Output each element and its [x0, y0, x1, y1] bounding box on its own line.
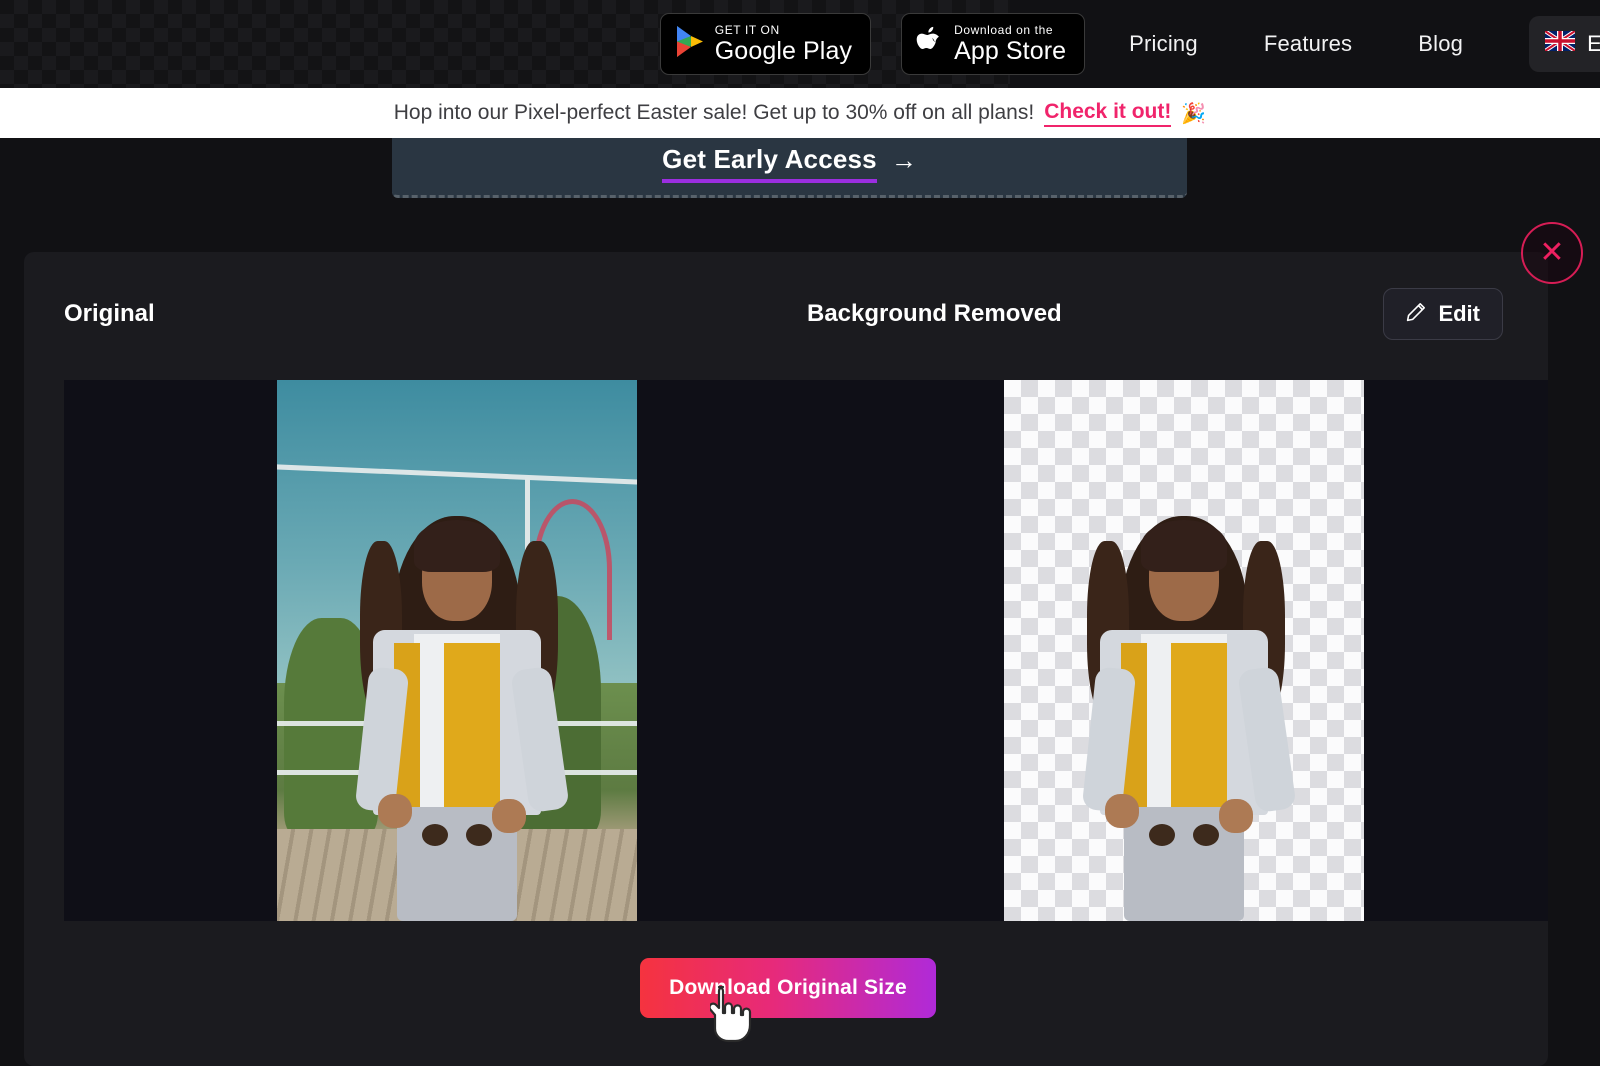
- uk-flag-icon: [1543, 29, 1577, 57]
- modal-header: Original Background Removed Edit: [24, 252, 1548, 377]
- original-image[interactable]: [277, 380, 637, 921]
- person-figure: [332, 499, 582, 921]
- promo-text: Hop into our Pixel-perfect Easter sale! …: [393, 101, 1035, 124]
- promo-banner: Hop into our Pixel-perfect Easter sale! …: [0, 88, 1600, 138]
- language-selector[interactable]: En: [1529, 16, 1600, 72]
- cutout-subject: [1004, 380, 1364, 921]
- party-popper-icon: 🎉: [1181, 102, 1207, 125]
- app-store-small-label: Download on the: [954, 23, 1054, 37]
- early-access-label: Get Early Access: [662, 144, 877, 183]
- edit-button-label: Edit: [1438, 301, 1480, 326]
- early-access-card: Get Early Access →: [392, 138, 1187, 198]
- hand-right: [492, 798, 526, 833]
- sunglasses-held: [1149, 823, 1219, 846]
- original-preview-panel: [64, 380, 809, 921]
- nav-link-features[interactable]: Features: [1264, 31, 1352, 57]
- original-photo-scene: [277, 380, 637, 921]
- hair-front: [414, 520, 500, 573]
- vest-right: [444, 642, 500, 812]
- top-navigation: GET IT ON Google Play Download on the Ap…: [0, 0, 1600, 88]
- sunglasses-held: [422, 823, 492, 846]
- vest-right: [1171, 642, 1227, 812]
- language-label: En: [1587, 31, 1600, 56]
- close-modal-button[interactable]: ✕: [1521, 222, 1583, 284]
- google-play-badge[interactable]: GET IT ON Google Play: [659, 13, 872, 75]
- background-removed-image[interactable]: [1004, 380, 1364, 921]
- promo-cta-link[interactable]: Check it out!: [1044, 100, 1172, 127]
- google-play-icon: [675, 25, 705, 63]
- app-store-badge[interactable]: Download on the App Store: [901, 13, 1086, 75]
- close-icon: ✕: [1539, 236, 1565, 269]
- hand-left: [378, 794, 412, 829]
- google-play-label: Google Play: [714, 37, 853, 65]
- download-button-label: Download Original Size: [669, 976, 907, 999]
- apple-icon: [916, 25, 944, 64]
- original-panel-title: Original: [64, 300, 155, 327]
- pencil-icon: [1406, 302, 1426, 327]
- hair-front: [1141, 520, 1227, 573]
- result-modal: Original Background Removed Edit Downloa…: [24, 252, 1548, 1066]
- arrow-right-icon: →: [890, 145, 917, 175]
- removed-panel-title: Background Removed: [807, 300, 1062, 327]
- removed-preview-panel: [806, 380, 1548, 921]
- download-original-size-button[interactable]: Download Original Size: [640, 958, 936, 1018]
- edit-button[interactable]: Edit: [1383, 288, 1503, 340]
- person-figure-cutout: [1059, 499, 1309, 921]
- app-store-label: App Store: [954, 37, 1067, 65]
- early-access-button[interactable]: Get Early Access →: [662, 144, 917, 183]
- nav-link-pricing[interactable]: Pricing: [1129, 31, 1198, 57]
- hand-left: [1105, 794, 1139, 829]
- hand-right: [1219, 798, 1253, 833]
- google-play-small-label: GET IT ON: [714, 23, 780, 37]
- nav-link-blog[interactable]: Blog: [1418, 31, 1463, 57]
